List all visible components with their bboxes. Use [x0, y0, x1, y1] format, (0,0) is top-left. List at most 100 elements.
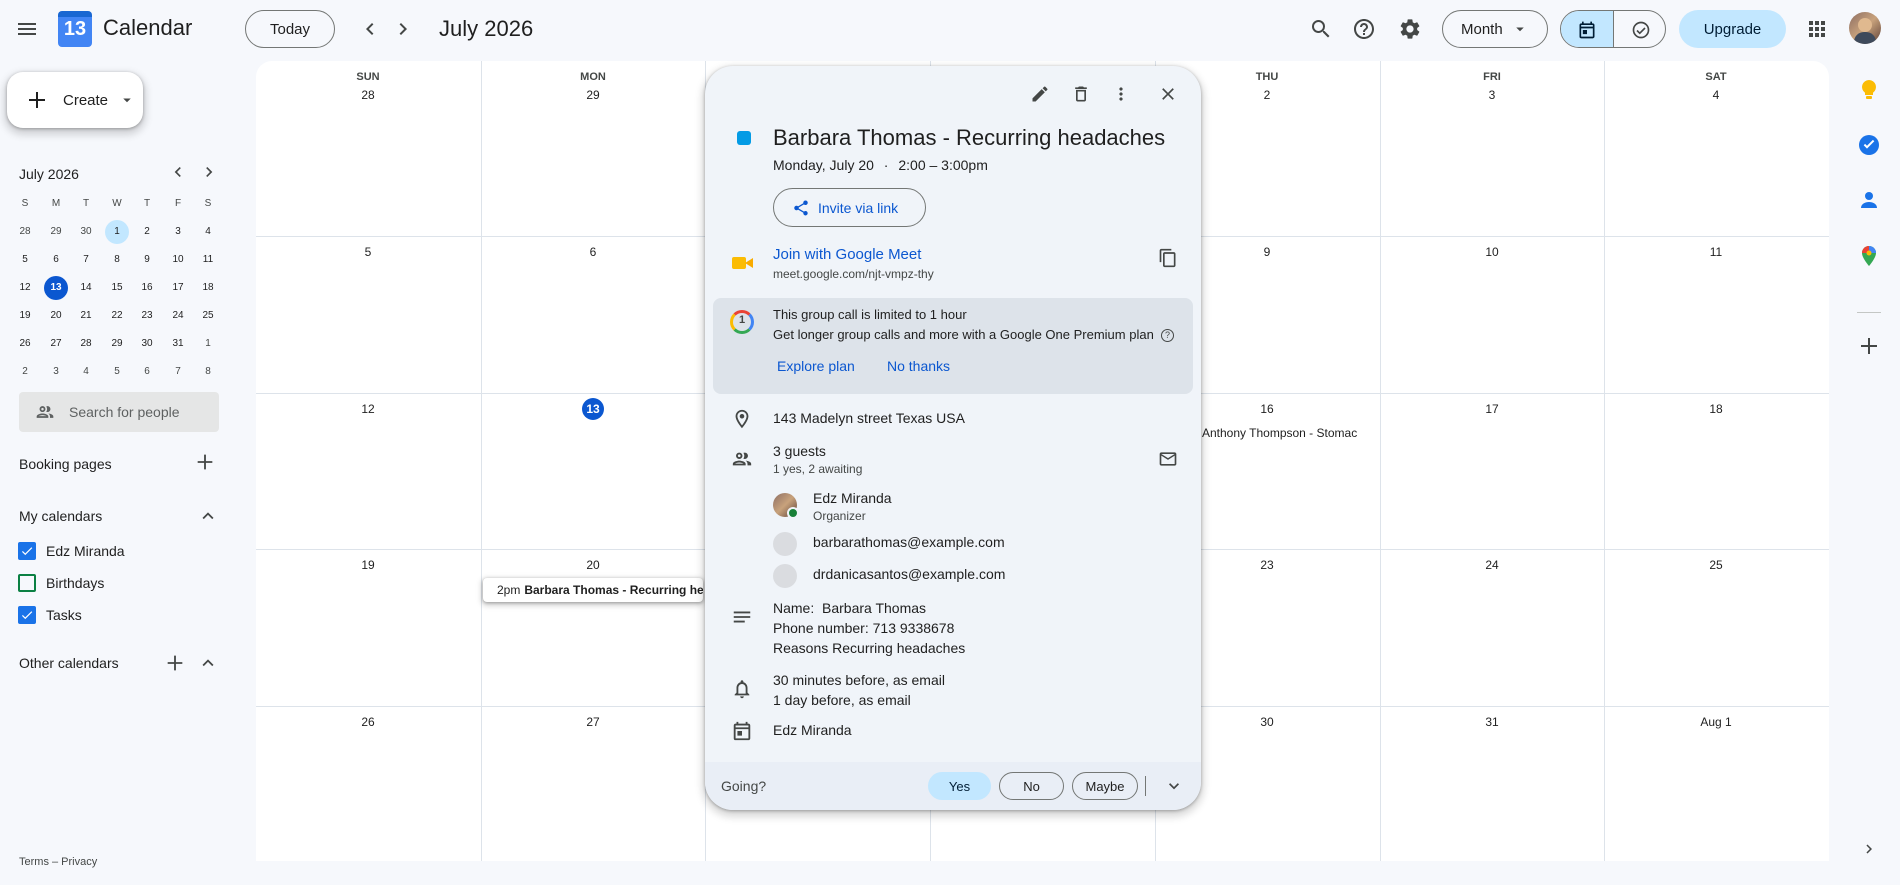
day-cell[interactable] — [481, 549, 706, 706]
minical-day[interactable]: 29 — [105, 332, 129, 356]
edit-event-icon[interactable] — [1020, 74, 1060, 114]
day-cell[interactable] — [1380, 236, 1605, 393]
explore-plan-button[interactable]: Explore plan — [777, 358, 855, 374]
minical-day[interactable]: 5 — [13, 248, 37, 272]
info-icon[interactable]: ? — [1161, 329, 1174, 342]
minical-day[interactable]: 11 — [196, 248, 220, 272]
create-button[interactable]: Create — [7, 72, 143, 128]
minical-day[interactable]: 23 — [135, 304, 159, 328]
other-calendars-label[interactable]: Other calendars — [19, 655, 119, 671]
minical-day[interactable]: 6 — [135, 360, 159, 384]
minical-day[interactable]: 19 — [13, 304, 37, 328]
minical-day[interactable]: 12 — [13, 276, 37, 300]
minical-day[interactable]: 21 — [74, 304, 98, 328]
expand-side-panel-icon[interactable] — [1860, 840, 1878, 858]
tasks-icon[interactable] — [1857, 133, 1881, 157]
minical-day[interactable]: 30 — [74, 220, 98, 244]
minical-day[interactable]: 5 — [105, 360, 129, 384]
checkbox-checked-icon[interactable] — [18, 542, 36, 560]
day-number[interactable]: 20 — [481, 558, 705, 572]
minical-day[interactable]: 3 — [166, 220, 190, 244]
day-number[interactable]: 5 — [256, 245, 480, 259]
day-number[interactable]: 24 — [1380, 558, 1604, 572]
minical-day[interactable]: 6 — [44, 248, 68, 272]
day-number[interactable]: 3 — [1380, 88, 1604, 102]
contacts-icon[interactable] — [1857, 188, 1881, 212]
next-month-button[interactable] — [383, 9, 423, 49]
minical-day[interactable]: 27 — [44, 332, 68, 356]
main-menu-icon[interactable] — [7, 9, 47, 49]
view-switcher-month[interactable]: Month — [1442, 10, 1548, 48]
rsvp-yes-button[interactable]: Yes — [928, 772, 991, 800]
minical-day[interactable]: 8 — [105, 248, 129, 272]
minical-day[interactable]: 22 — [105, 304, 129, 328]
settings-gear-icon[interactable] — [1390, 9, 1430, 49]
maps-icon[interactable] — [1857, 244, 1881, 268]
day-number[interactable]: Aug 1 — [1604, 715, 1828, 729]
day-number[interactable]: 27 — [481, 715, 705, 729]
minical-next-icon[interactable] — [191, 154, 227, 190]
minical-day[interactable]: 2 — [135, 220, 159, 244]
search-people-input[interactable]: Search for people — [19, 392, 219, 432]
minical-day[interactable]: 16 — [135, 276, 159, 300]
day-cell[interactable] — [256, 706, 481, 861]
invite-via-link-button[interactable]: Invite via link — [773, 188, 926, 227]
calendar-view-icon[interactable] — [1561, 11, 1614, 47]
minical-day[interactable]: 8 — [196, 360, 220, 384]
day-cell[interactable] — [481, 236, 706, 393]
close-icon[interactable] — [1148, 74, 1188, 114]
day-number-today[interactable]: 13 — [582, 398, 604, 420]
join-meet-link[interactable]: Join with Google Meet — [773, 246, 921, 263]
no-thanks-button[interactable]: No thanks — [887, 358, 950, 374]
upgrade-button[interactable]: Upgrade — [1679, 10, 1786, 48]
account-avatar[interactable] — [1849, 12, 1881, 44]
event-chip[interactable]: Anthony Thompson - Stomac — [1202, 426, 1357, 440]
search-icon[interactable] — [1301, 9, 1341, 49]
day-cell[interactable] — [481, 706, 706, 861]
day-cell[interactable] — [1604, 706, 1829, 861]
collapse-my-calendars-icon[interactable] — [190, 498, 226, 534]
email-guests-icon[interactable] — [1148, 439, 1188, 479]
minical-day[interactable]: 15 — [105, 276, 129, 300]
day-number[interactable]: 10 — [1380, 245, 1604, 259]
checkbox-unchecked-icon[interactable] — [18, 574, 36, 592]
minical-day[interactable]: 2 — [13, 360, 37, 384]
minical-day[interactable]: 28 — [74, 332, 98, 356]
collapse-other-calendars-icon[interactable] — [190, 645, 226, 681]
minical-day[interactable]: 25 — [196, 304, 220, 328]
add-other-calendar-icon[interactable] — [157, 645, 193, 681]
calendar-item[interactable]: Tasks — [18, 601, 82, 629]
day-cell[interactable] — [1604, 236, 1829, 393]
my-calendars-label[interactable]: My calendars — [19, 508, 102, 524]
apps-grid-icon[interactable] — [1797, 9, 1837, 49]
day-cell[interactable] — [1380, 706, 1605, 861]
rsvp-options-chevron-icon[interactable] — [1154, 766, 1194, 806]
calendar-item[interactable]: Edz Miranda — [18, 537, 125, 565]
selected-event-chip[interactable]: 2pmBarbara Thomas - Recurring headaches — [483, 578, 703, 602]
copy-icon[interactable] — [1148, 238, 1188, 278]
day-cell[interactable] — [1380, 549, 1605, 706]
minical-day[interactable]: 26 — [13, 332, 37, 356]
calendar-item[interactable]: Birthdays — [18, 569, 104, 597]
today-button[interactable]: Today — [245, 10, 335, 48]
more-options-icon[interactable] — [1101, 74, 1141, 114]
add-booking-page-icon[interactable] — [187, 444, 223, 480]
minical-day[interactable]: 4 — [196, 220, 220, 244]
delete-event-icon[interactable] — [1061, 74, 1101, 114]
day-number[interactable]: 4 — [1604, 88, 1828, 102]
day-number[interactable]: 29 — [481, 88, 705, 102]
minical-day[interactable]: 3 — [44, 360, 68, 384]
minical-day-today[interactable]: 13 — [44, 276, 68, 300]
minical-day[interactable]: 7 — [166, 360, 190, 384]
minical-day[interactable]: 20 — [44, 304, 68, 328]
minical-day[interactable]: 31 — [166, 332, 190, 356]
minical-day[interactable]: 28 — [13, 220, 37, 244]
terms-privacy-link[interactable]: Terms – Privacy — [19, 856, 97, 868]
minical-day[interactable]: 1 — [196, 332, 220, 356]
minical-day[interactable]: 4 — [74, 360, 98, 384]
minical-day[interactable]: 30 — [135, 332, 159, 356]
minical-day[interactable]: 10 — [166, 248, 190, 272]
day-cell[interactable] — [1604, 393, 1829, 549]
day-cell[interactable] — [1380, 393, 1605, 549]
minical-day[interactable]: 17 — [166, 276, 190, 300]
